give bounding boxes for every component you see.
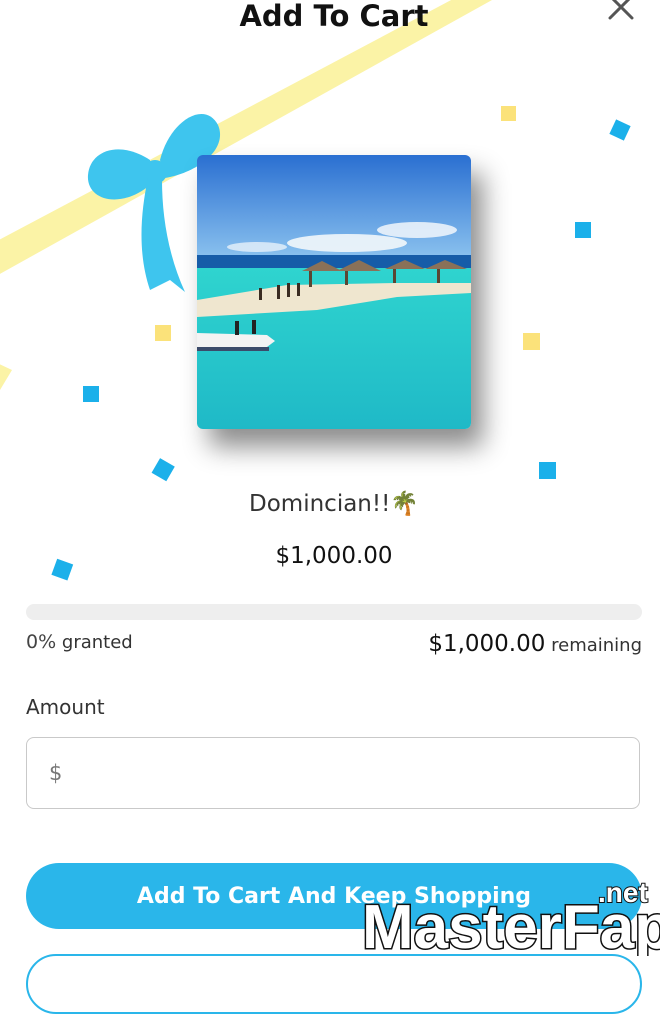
amount-label: Amount [26, 695, 105, 719]
beach-photo-image [197, 155, 471, 429]
item-price: $1,000.00 [275, 543, 393, 569]
remaining-status: $1,000.00 remaining [428, 631, 642, 657]
item-photo [197, 155, 471, 429]
amount-field[interactable]: $ [26, 737, 640, 810]
currency-symbol: $ [49, 761, 63, 785]
granted-percent: 0% [26, 631, 57, 653]
gift-ribbon-decoration [0, 0, 631, 581]
granted-label: granted [61, 632, 133, 653]
close-button[interactable] [604, 0, 638, 24]
svg-text:.net: .net [598, 877, 648, 908]
amount-input[interactable] [73, 738, 617, 810]
granted-status: 0% granted [26, 631, 133, 653]
remaining-amount: $1,000.00 [428, 631, 546, 657]
funding-progress-bar [26, 604, 642, 620]
item-name: Domincian!!🌴 [249, 491, 419, 517]
close-icon [608, 0, 634, 20]
watermark-logo: MasterFap .net [361, 876, 661, 956]
remaining-label: remaining [551, 635, 642, 656]
secondary-button[interactable] [26, 954, 642, 1014]
page-title: Add To Cart [239, 0, 429, 33]
